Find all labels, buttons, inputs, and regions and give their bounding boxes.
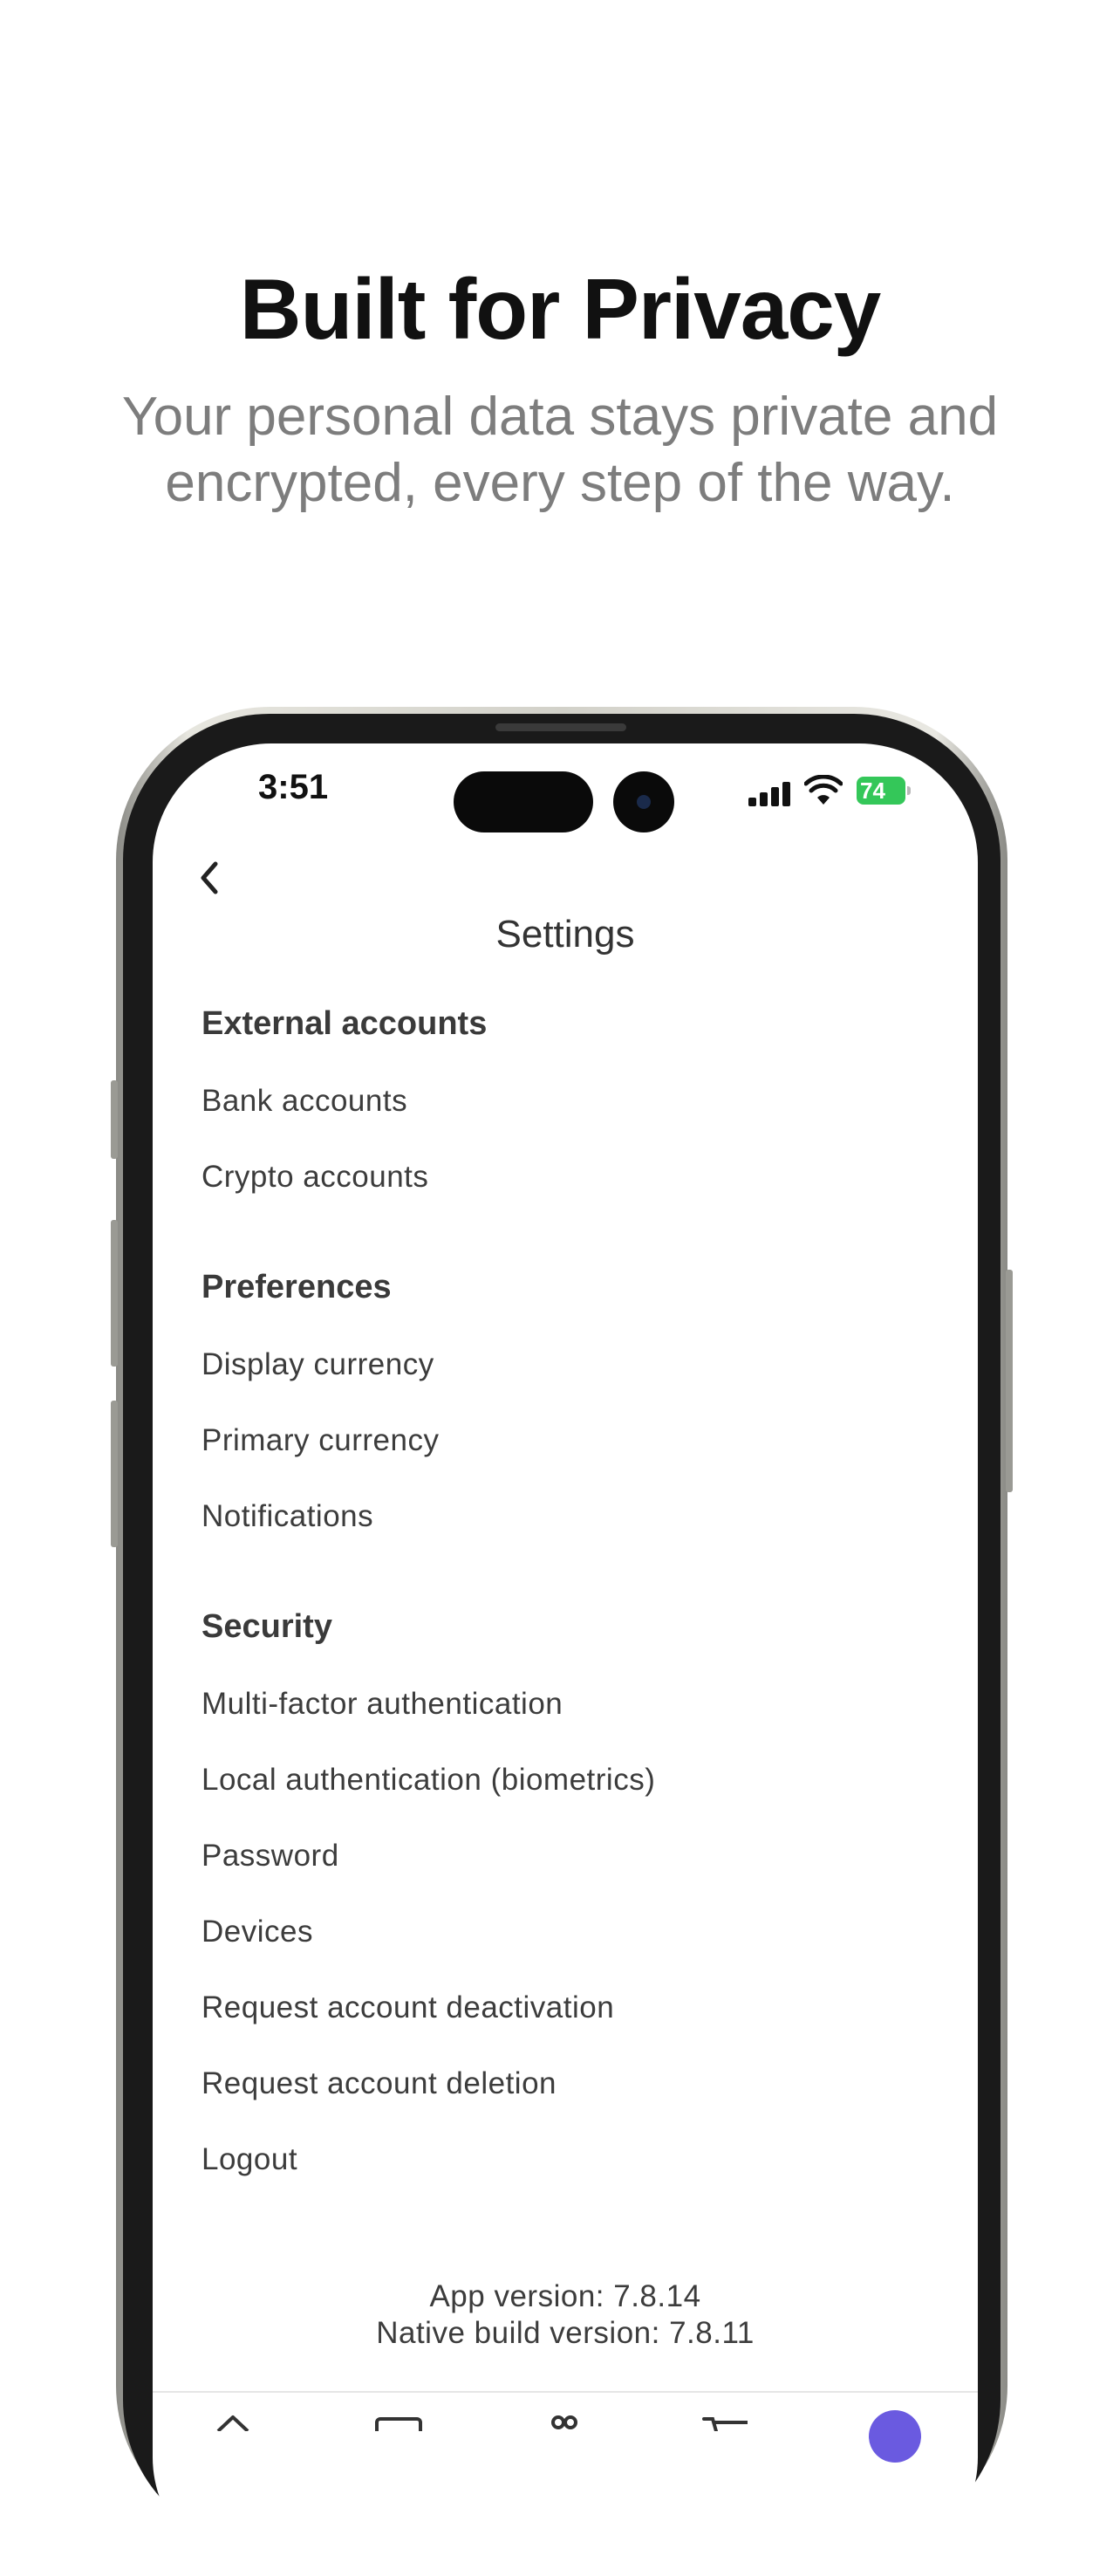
volume-up-button [111, 1220, 118, 1367]
profile-avatar-icon[interactable] [869, 2410, 921, 2463]
menu-item-devices[interactable]: Devices [201, 1915, 313, 1949]
hero-title: Built for Privacy [239, 261, 882, 357]
power-button [1006, 1270, 1013, 1492]
wifi-icon [804, 775, 843, 805]
cellular-signal-icon [748, 780, 792, 806]
cart-icon[interactable] [702, 2414, 749, 2431]
menu-item-crypto-accounts[interactable]: Crypto accounts [201, 1160, 428, 1195]
chevron-left-icon [201, 861, 218, 894]
speaker-grille [495, 723, 626, 731]
section-header-preferences: Preferences [201, 1269, 392, 1305]
gift-icon[interactable] [541, 2414, 588, 2431]
action-button [111, 1080, 118, 1159]
menu-item-request-account-deactivation[interactable]: Request account deactivation [201, 1990, 614, 2025]
menu-item-request-account-deletion[interactable]: Request account deletion [201, 2066, 557, 2101]
menu-item-logout[interactable]: Logout [201, 2142, 297, 2177]
battery-icon: 74 [857, 777, 911, 805]
hero-subtitle-line-1: Your personal data stays private and [121, 387, 999, 447]
volume-down-button [111, 1401, 118, 1547]
native-build-version: Native build version: 7.8.11 [376, 2316, 755, 2350]
status-time: 3:51 [258, 768, 329, 806]
page-title: Settings [495, 913, 635, 956]
battery-level: 74 [860, 778, 885, 804]
app-version: App version: 7.8.14 [429, 2279, 701, 2313]
menu-item-multi-factor-authentication[interactable]: Multi-factor authentication [201, 1687, 563, 1722]
menu-item-primary-currency[interactable]: Primary currency [201, 1423, 439, 1458]
menu-item-local-authentication[interactable]: Local authentication (biometrics) [201, 1763, 655, 1798]
section-header-security: Security [201, 1608, 332, 1645]
home-icon[interactable] [209, 2414, 256, 2431]
back-button[interactable] [190, 853, 229, 902]
menu-item-bank-accounts[interactable]: Bank accounts [201, 1084, 407, 1119]
section-header-external-accounts: External accounts [201, 1005, 488, 1042]
menu-item-notifications[interactable]: Notifications [201, 1499, 373, 1534]
card-icon[interactable] [375, 2414, 422, 2431]
front-camera [613, 771, 674, 832]
dynamic-island [454, 771, 593, 832]
hero-subtitle-line-2: encrypted, every step of the way. [165, 453, 955, 513]
hero-subtitle: Your personal data stays private and enc… [0, 384, 1120, 517]
menu-item-display-currency[interactable]: Display currency [201, 1347, 434, 1382]
menu-item-password[interactable]: Password [201, 1839, 339, 1874]
